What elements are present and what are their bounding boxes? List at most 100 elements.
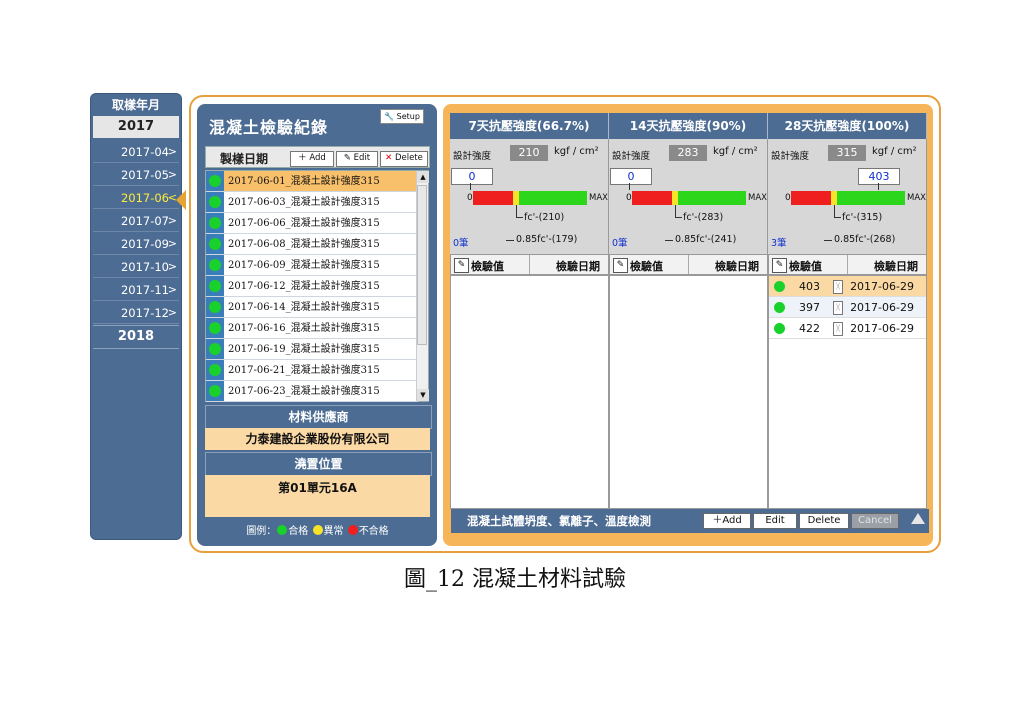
list-item[interactable]: 2017-06-09_混凝土設計強度315 <box>206 255 418 276</box>
value-column-header: 檢驗值 <box>471 260 504 273</box>
sidebar-month-item[interactable]: 2017-05 > <box>93 164 179 186</box>
list-item[interactable]: 2017-06-03_混凝土設計強度315 <box>206 192 418 213</box>
fail-range-bar <box>473 191 513 205</box>
design-strength-value: 315 <box>828 145 866 161</box>
chevron-right-icon: > <box>167 214 177 227</box>
setup-button[interactable]: 🔧 Setup <box>380 109 424 124</box>
edit-icon[interactable]: ✎ <box>772 258 787 273</box>
record-label: 2017-06-23_混凝土設計強度315 <box>228 386 380 397</box>
pass-status-icon <box>209 259 221 271</box>
f85-label: 0.85fc'-(268) <box>834 234 896 245</box>
bar-max-label: MAX <box>748 193 767 203</box>
test-table-body <box>609 275 768 509</box>
legend-pass: 合格 <box>288 526 309 537</box>
fc-leader-line <box>516 205 523 218</box>
sidebar-month-item[interactable]: 2017-11 > <box>93 279 179 301</box>
scroll-up-icon[interactable]: ▲ <box>417 171 429 183</box>
document-icon[interactable]: ╳ <box>833 280 843 294</box>
chevron-right-icon: > <box>167 145 177 158</box>
test-date: 2017-06-29 <box>850 301 914 314</box>
current-value-box: 0 <box>610 168 652 185</box>
f85-label: 0.85fc'-(179) <box>516 234 578 245</box>
pass-status-icon <box>209 301 221 313</box>
edit-label: Edit <box>353 153 371 163</box>
sidebar-month-item[interactable]: 2017-12 > <box>93 302 179 324</box>
pass-dot-icon <box>277 525 288 535</box>
table-row[interactable]: 397 ╳ 2017-06-29 <box>769 297 926 318</box>
legend-abnormal: 異常 <box>323 526 344 537</box>
status-cell <box>206 255 224 275</box>
edit-record-button[interactable]: ✎ Edit <box>336 151 378 167</box>
pass-range-bar <box>678 191 746 205</box>
table-row[interactable]: 403 ╳ 2017-06-29 <box>769 276 926 297</box>
month-label: 2017-07 <box>120 214 169 228</box>
cancel-button[interactable]: Cancel <box>851 513 899 529</box>
table-row[interactable]: 422 ╳ 2017-06-29 <box>769 318 926 339</box>
scroll-down-icon[interactable]: ▼ <box>417 389 429 401</box>
test-table-header: ✎ 檢驗值 檢驗日期 <box>609 254 768 275</box>
chevron-right-icon: > <box>167 306 177 319</box>
test-value: 397 <box>799 301 820 314</box>
list-item[interactable]: 2017-06-16_混凝土設計強度315 <box>206 318 418 339</box>
list-item[interactable]: 2017-06-06_混凝土設計強度315 <box>206 213 418 234</box>
test-value: 403 <box>799 280 820 293</box>
bar-zero-label: 0 <box>785 193 791 203</box>
close-icon: ✕ <box>385 153 393 163</box>
document-icon[interactable]: ╳ <box>833 301 843 315</box>
list-item[interactable]: 2017-06-01_混凝土設計強度315 <box>206 171 418 192</box>
status-cell <box>206 318 224 338</box>
month-label: 2017-05 <box>120 168 169 182</box>
collapse-up-icon[interactable] <box>911 513 925 524</box>
sidebar-month-item[interactable]: 2017-10 > <box>93 256 179 278</box>
list-item[interactable]: 2017-06-08_混凝土設計強度315 <box>206 234 418 255</box>
test-value: 422 <box>799 322 820 335</box>
strength-summary: 設計強度 283 kgf / cm² 0 0 MAX fc'-(283) 0筆 … <box>609 139 768 254</box>
sidebar-month-item[interactable]: 2017-04 > <box>93 141 179 163</box>
list-item[interactable]: 2017-06-12_混凝土設計強度315 <box>206 276 418 297</box>
sidebar-month-item-selected[interactable]: 2017-06 < <box>93 187 179 209</box>
legend-fail: 不合格 <box>358 526 389 537</box>
pencil-icon: ✎ <box>343 153 351 163</box>
supplier-value: 力泰建設企業股份有限公司 <box>205 428 430 450</box>
list-item[interactable]: 2017-06-19_混凝土設計強度315 <box>206 339 418 360</box>
column-title: 7天抗壓強度(66.7%) <box>450 113 609 139</box>
document-icon[interactable]: ╳ <box>833 322 843 336</box>
unit-label: kgf / cm² <box>872 146 917 157</box>
value-marker <box>878 183 879 190</box>
column-divider <box>529 255 530 274</box>
year-month-sidebar: 取樣年月 2017 2017-04 > 2017-05 > 2017-06 < 201… <box>90 93 182 540</box>
edit-test-button[interactable]: Edit <box>753 513 797 529</box>
record-count: 0筆 <box>612 238 628 249</box>
pass-status-icon <box>209 175 221 187</box>
add-test-button[interactable]: ＋Add <box>703 513 751 529</box>
month-label: 2017-09 <box>120 237 169 251</box>
edit-icon[interactable]: ✎ <box>454 258 469 273</box>
pass-status-icon <box>209 364 221 376</box>
delete-test-button[interactable]: Delete <box>799 513 849 529</box>
sidebar-month-item[interactable]: 2017-07 > <box>93 210 179 232</box>
edit-icon[interactable]: ✎ <box>613 258 628 273</box>
list-item[interactable]: 2017-06-14_混凝土設計強度315 <box>206 297 418 318</box>
sidebar-year-2018[interactable]: 2018 <box>93 325 179 349</box>
design-strength-label: 設計強度 <box>612 151 651 162</box>
abnormal-dot-icon <box>312 525 323 535</box>
list-item[interactable]: 2017-06-21_混凝土設計強度315 <box>206 360 418 381</box>
record-count: 3筆 <box>771 238 787 249</box>
record-label: 2017-06-19_混凝土設計強度315 <box>228 344 380 355</box>
date-column-label: 製樣日期 <box>220 152 269 166</box>
plus-icon: ＋ <box>712 515 723 526</box>
column-title: 28天抗壓強度(100%) <box>768 113 927 139</box>
value-marker <box>629 183 630 190</box>
pass-range-bar <box>519 191 587 205</box>
column-title: 14天抗壓強度(90%) <box>609 113 768 139</box>
scroll-thumb[interactable] <box>417 185 427 345</box>
current-value-box: 0 <box>451 168 493 185</box>
sidebar-month-item[interactable]: 2017-09 > <box>93 233 179 255</box>
date-column-header: 檢驗日期 <box>715 260 759 273</box>
pass-status-icon <box>209 196 221 208</box>
add-record-button[interactable]: ＋ Add <box>290 151 334 167</box>
sidebar-year-2017[interactable]: 2017 <box>93 116 179 138</box>
strength-summary: 設計強度 210 kgf / cm² 0 0 MAX fc'-(210) 0筆 … <box>450 139 609 254</box>
delete-record-button[interactable]: ✕ Delete <box>380 151 428 167</box>
list-item[interactable]: 2017-06-23_混凝土設計強度315 <box>206 381 418 402</box>
